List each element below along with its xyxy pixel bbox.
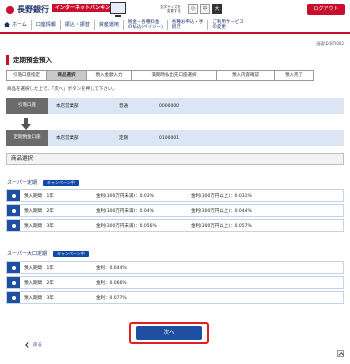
instruction-text: 商品を選択した上で、「次へ」ボタンを押して下さい。 xyxy=(7,87,117,92)
font-size-large-button[interactable]: 大 xyxy=(212,4,222,14)
rate-over-3m: 金利(300万円以上)：0.044% xyxy=(191,208,252,214)
radio-icon[interactable] xyxy=(7,262,20,273)
font-size-medium-button[interactable]: 中 xyxy=(200,4,210,14)
product-row[interactable]: 預入期間 2年 金利(300万円未満)：0.04% 金利(300万円以上)：0.… xyxy=(6,204,344,217)
down-arrow-icon xyxy=(21,118,31,130)
nav-account-info[interactable]: 口座情報 xyxy=(32,22,60,28)
product-row[interactable]: 預入期間 3年 金利(300万円未満)：0.056% 金利(300万円以上)：0… xyxy=(6,219,344,232)
rate-under-3m: 金利(300万円未満)：0.03% xyxy=(96,193,154,199)
rate: 金利：0.066% xyxy=(96,280,127,286)
term-label: 預入期間 2年 xyxy=(24,208,54,214)
rate: 金利：0.077% xyxy=(96,295,127,301)
font-size-small-button[interactable]: 小 xyxy=(188,4,198,14)
ib-badge: インターネットバンキング xyxy=(52,4,119,12)
rate-under-3m: 金利(300万円未満)：0.056% xyxy=(96,223,157,229)
rate-over-3m: 金利(300万円以上)：0.031% xyxy=(191,193,252,199)
term-label: 預入期間 1年 xyxy=(24,193,54,199)
bank-logo[interactable]: 長野銀行 xyxy=(6,4,49,15)
radio-icon[interactable] xyxy=(7,292,20,303)
deposit-type: 定期 xyxy=(119,136,128,141)
next-button-highlight: 次へ xyxy=(129,322,209,344)
group-super-teiki-label: スーパー定期 xyxy=(7,180,37,186)
withdrawal-type: 普通 xyxy=(119,104,128,109)
global-nav: ホーム 口座情報 振込・振替 資産運用 税金・各種料金 の払込(ペイジー) 各種… xyxy=(0,17,350,34)
step-5: 預入内容確認 xyxy=(216,70,274,81)
withdrawal-account-details: 本店営業部 普通 0000000 xyxy=(48,98,344,114)
deposit-number: 0100001 xyxy=(159,135,180,141)
product-row[interactable]: 預入期間 2年 金利：0.066% xyxy=(6,276,344,289)
withdrawal-number: 0000000 xyxy=(159,103,180,109)
campaign-badge: キャンペーン中 xyxy=(42,179,79,186)
withdrawal-account-row: 引落口座 本店営業部 普通 0000000 xyxy=(6,98,344,114)
nav-applications[interactable]: 各種お申込・手 続き xyxy=(168,20,208,30)
nav-payeasy[interactable]: 税金・各種料金 の払込(ペイジー) xyxy=(124,20,167,30)
campaign-badge: キャンペーン中 xyxy=(52,250,89,257)
deposit-account-row: 定期預金口座 本店営業部 定期 0100001 xyxy=(6,130,344,146)
back-arrow-icon xyxy=(25,342,31,348)
radio-icon[interactable] xyxy=(7,190,20,201)
term-label: 預入期間 3年 xyxy=(24,295,54,301)
step-6: 預入完了 xyxy=(274,70,314,81)
nav-asset-management[interactable]: 資産運用 xyxy=(95,22,123,28)
withdrawal-account-label: 引落口座 xyxy=(6,98,48,114)
monitor-icon xyxy=(110,2,126,17)
home-icon xyxy=(4,22,10,27)
next-button[interactable]: 次へ xyxy=(136,326,202,340)
radio-icon[interactable] xyxy=(7,277,20,288)
term-label: 預入期間 3年 xyxy=(24,223,54,229)
nav-transfer[interactable]: 振込・振替 xyxy=(61,22,94,28)
withdrawal-branch: 本店営業部 xyxy=(56,104,79,109)
product-row[interactable]: 預入期間 3年 金利：0.077% xyxy=(6,291,344,304)
product-row[interactable]: 預入期間 1年 金利：0.044% xyxy=(6,261,344,274)
radio-icon[interactable] xyxy=(7,205,20,216)
screen-id: 画面ID:BTI002 xyxy=(316,41,344,46)
rate-over-3m: 金利(300万円以上)：0.057% xyxy=(191,223,252,229)
group-super-large-label: スーパー大口定期 xyxy=(7,251,47,257)
step-indicator: 引落口座指定 商品選択 預入金額入力 満期時払出先口座選択 預入内容確認 預入完… xyxy=(6,70,344,81)
header: 長野銀行 インターネットバンキング 文字サイズを 変更する 小 中 大 ログアウ… xyxy=(0,0,350,35)
term-label: 預入期間 1年 xyxy=(24,265,54,271)
section-title-product-select: 商品選択 xyxy=(6,153,344,165)
page-top-icon[interactable] xyxy=(337,350,344,357)
logout-button[interactable]: ログアウト xyxy=(307,4,345,15)
back-label: 戻る xyxy=(33,343,42,348)
step-2-current: 商品選択 xyxy=(46,70,86,81)
radio-icon[interactable] xyxy=(7,220,20,231)
step-3: 預入金額入力 xyxy=(86,70,131,81)
step-1: 引落口座指定 xyxy=(6,70,46,81)
font-size-label: 文字サイズを 変更する xyxy=(160,5,181,13)
term-label: 預入期間 2年 xyxy=(24,280,54,286)
group-super-large: スーパー大口定期 キャンペーン中 xyxy=(7,250,89,257)
deposit-branch: 本店営業部 xyxy=(56,136,79,141)
back-button[interactable]: 戻る xyxy=(25,342,42,348)
nav-service-change[interactable]: ご利用サービス の変更 xyxy=(208,20,248,30)
deposit-account-details: 本店営業部 定期 0100001 xyxy=(48,130,344,146)
page-title: 定期預金預入 xyxy=(6,55,344,65)
group-super-teiki: スーパー定期 キャンペーン中 xyxy=(7,179,79,186)
bank-logo-mark-icon xyxy=(6,5,14,14)
rate: 金利：0.044% xyxy=(96,265,127,271)
rate-under-3m: 金利(300万円未満)：0.04% xyxy=(96,208,154,214)
step-4: 満期時払出先口座選択 xyxy=(131,70,216,81)
nav-home[interactable]: ホーム xyxy=(0,22,31,28)
deposit-account-label: 定期預金口座 xyxy=(6,130,48,146)
product-row[interactable]: 預入期間 1年 金利(300万円未満)：0.03% 金利(300万円以上)：0.… xyxy=(6,189,344,202)
bank-name: 長野銀行 xyxy=(17,5,49,14)
